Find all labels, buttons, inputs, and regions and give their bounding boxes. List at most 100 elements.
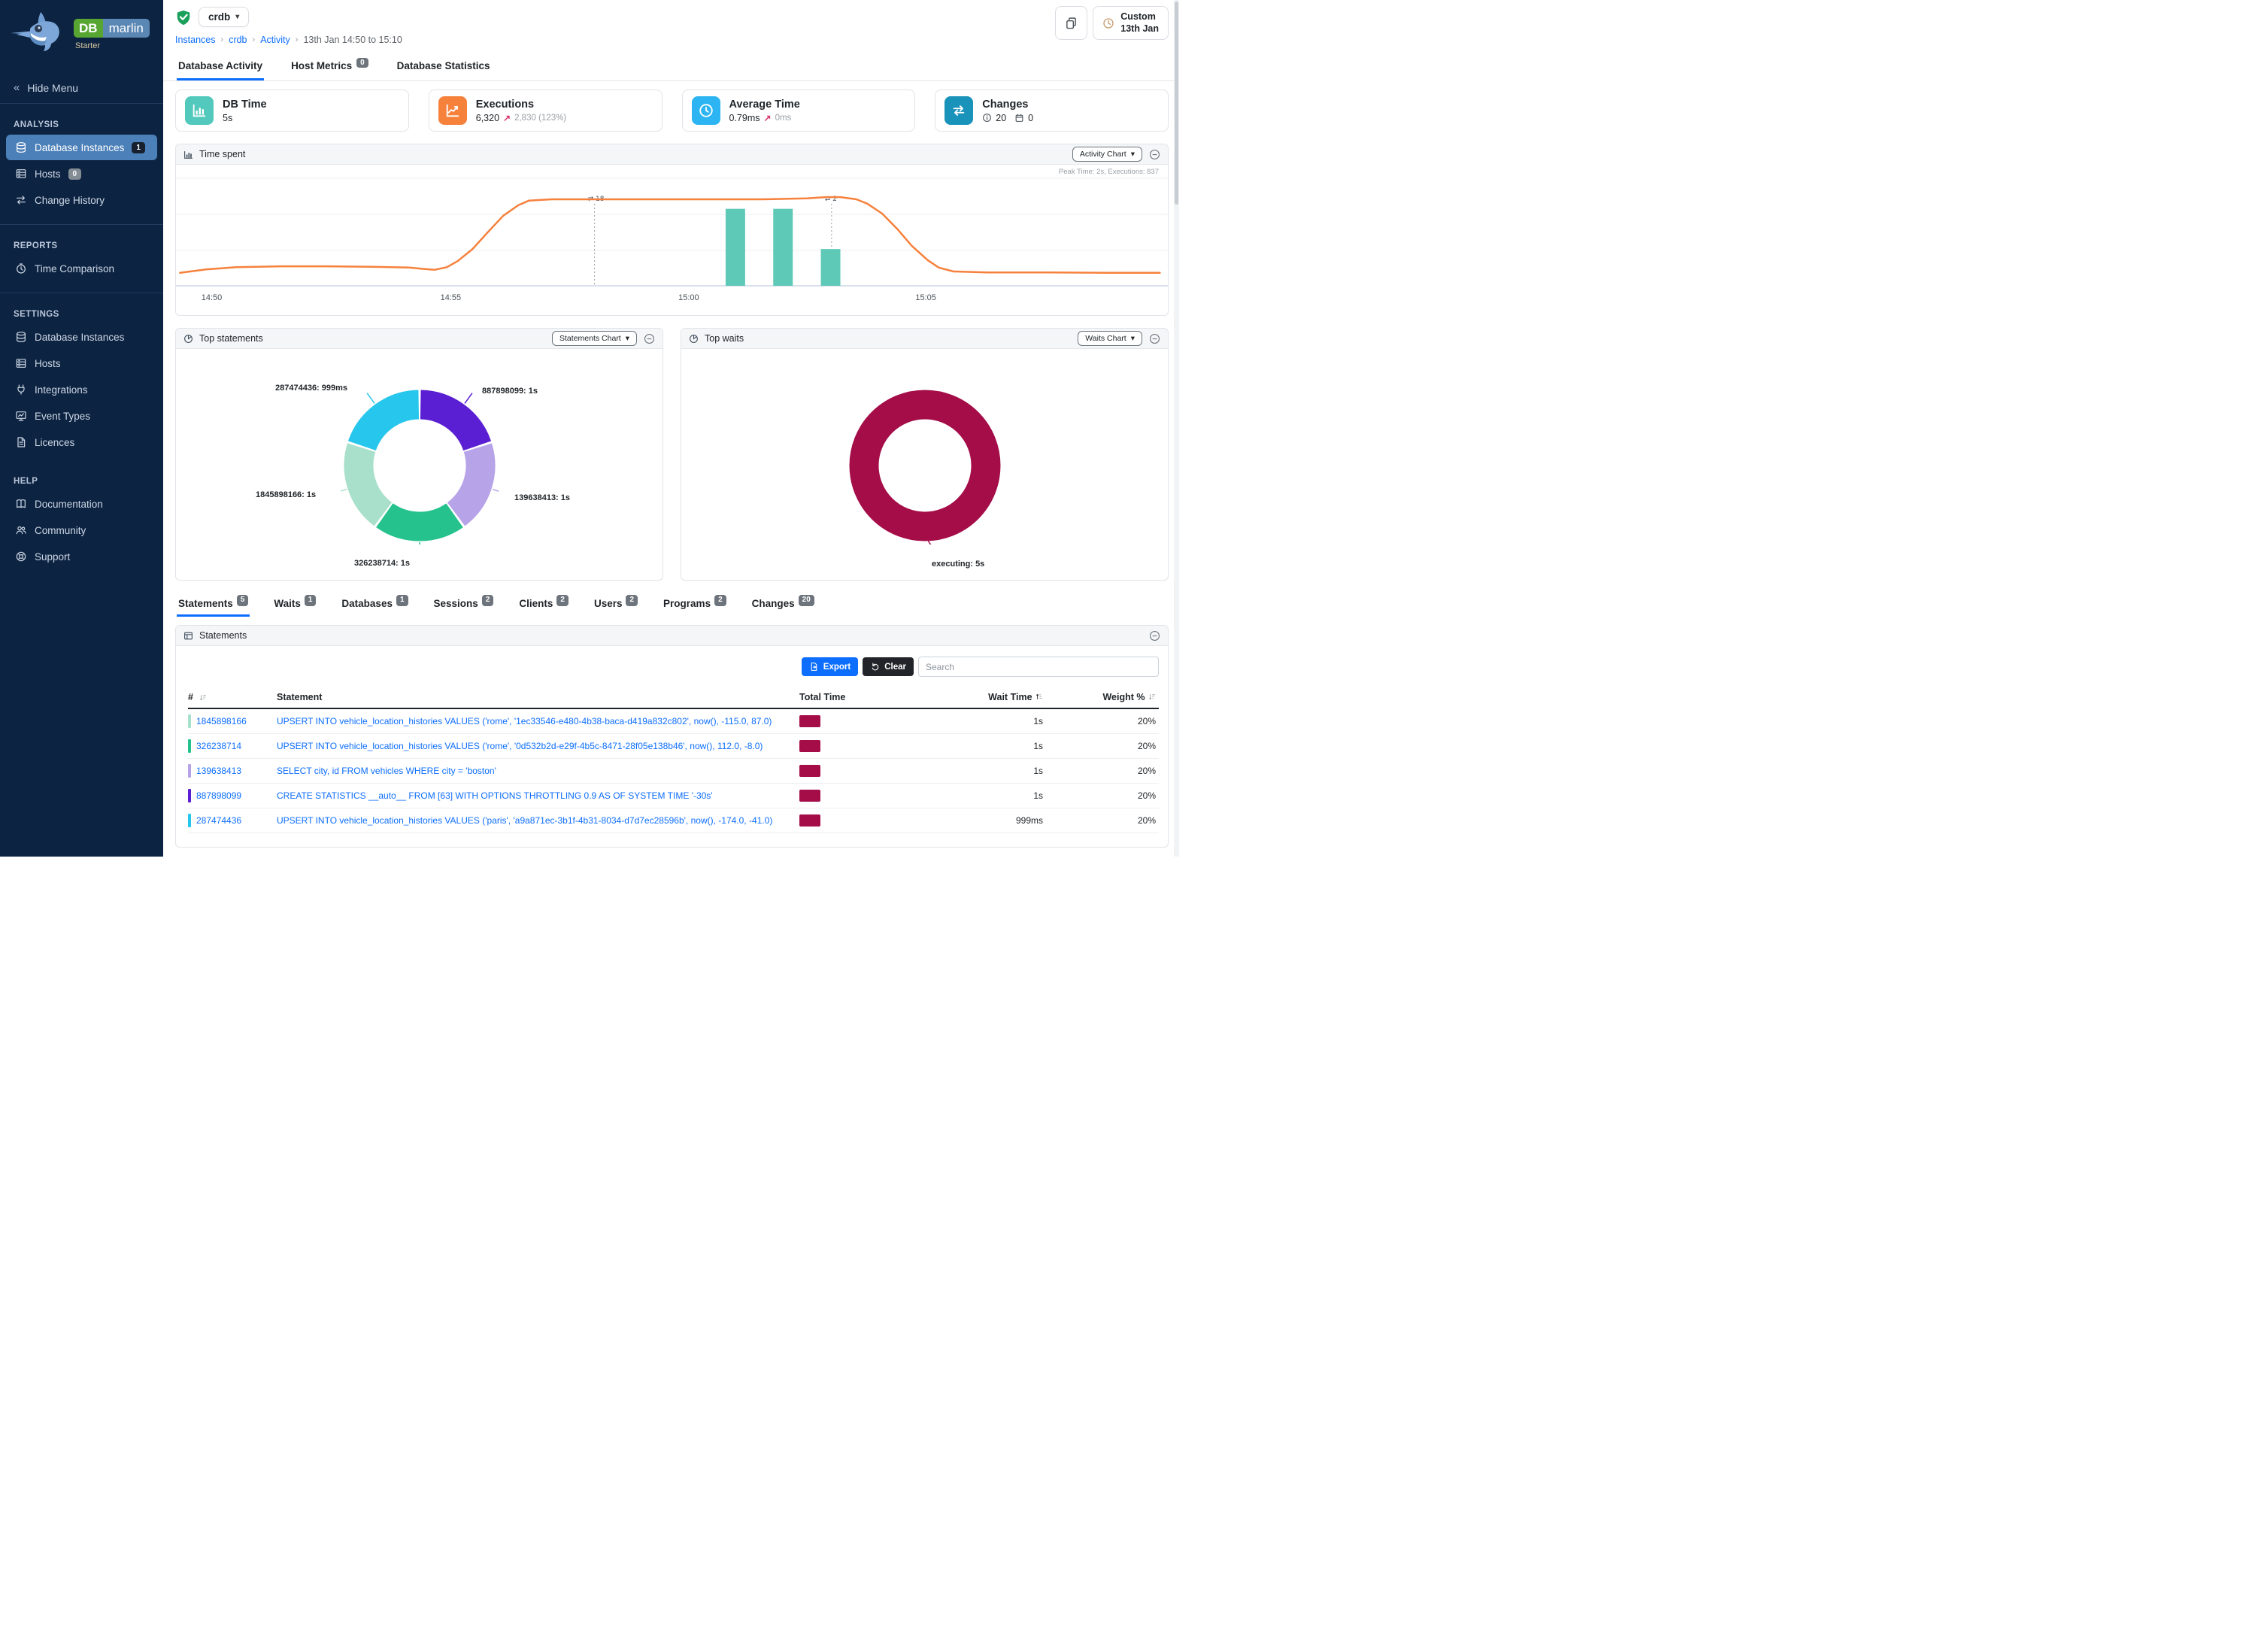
people-icon [15,524,27,536]
sidebar-item-database-instances[interactable]: Database Instances 1 [6,135,157,160]
sort-asc-icon[interactable] [1035,693,1043,701]
table-row: 287474436 UPSERT INTO vehicle_location_hi… [188,808,1159,833]
book-icon [15,498,27,510]
count-badge: 0 [356,58,368,68]
statement-id-link[interactable]: 139638413 [196,766,241,776]
scrollbar[interactable] [1174,0,1179,857]
database-icon [15,331,27,343]
sort-icon[interactable] [199,693,207,702]
detail-tab-users[interactable]: Users2 [593,595,639,617]
tab-host-metrics[interactable]: Host Metrics0 [290,54,370,80]
detail-tab-clients[interactable]: Clients2 [517,595,570,617]
detail-tab-changes[interactable]: Changes20 [750,595,816,617]
sidebar-item-community[interactable]: Community [6,517,157,543]
sidebar: DBmarlin Starter « Hide Menu ANALYSISDat… [0,0,163,857]
sidebar-section-analysis: ANALYSIS Database Instances 1 Hosts0Change … [0,104,163,225]
search-input[interactable] [918,657,1159,677]
count-badge: 20 [799,595,814,606]
sidebar-item-label: Database Instances [35,142,124,153]
chevron-down-icon: ▾ [1131,150,1135,159]
statement-text-link[interactable]: UPSERT INTO vehicle_location_histories V… [277,716,799,726]
kpi-changes: Changes 20 0 [935,89,1169,132]
hide-menu-button[interactable]: « Hide Menu [0,72,163,104]
top-statements-donut[interactable]: 887898099: 1s139638413: 1s326238714: 1s1… [176,349,663,580]
activity-chart-select[interactable]: Activity Chart▾ [1072,147,1142,162]
time-range-button[interactable]: Custom 13th Jan [1093,6,1169,40]
statement-text-link[interactable]: CREATE STATISTICS __auto__ FROM [63] WIT… [277,790,799,801]
undo-icon [870,662,880,672]
collapse-panel-icon[interactable] [1149,149,1160,160]
count-badge: 1 [132,142,145,153]
statement-id-link[interactable]: 287474436 [196,815,241,826]
clock-icon [1102,17,1114,29]
sidebar-item-integrations[interactable]: Integrations [6,377,157,402]
topbar: crdb ▾ Instances›crdb›Activity›13th Jan … [163,0,1179,81]
plan-label: Starter [75,41,150,50]
weight-value: 20% [1046,815,1159,826]
bar-chart-icon [183,150,193,159]
top-waits-donut[interactable]: executing: 5s [681,349,1168,580]
sidebar-item-label: Documentation [35,499,103,510]
collapse-panel-icon[interactable] [1149,630,1160,642]
count-badge: 5 [237,595,249,606]
statement-text-link[interactable]: SELECT city, id FROM vehicles WHERE city… [277,766,799,776]
copy-icon [1065,17,1078,29]
peak-note: Peak Time: 2s, Executions: 837 [1059,168,1159,176]
logo-marlin-badge: marlin [103,19,150,38]
time-spent-chart[interactable]: Peak Time: 2s, Executions: 837 ⇄ 18⇄ 214… [176,165,1168,315]
waits-chart-select[interactable]: Waits Chart▾ [1078,331,1142,346]
sidebar-item-hosts[interactable]: Hosts [6,350,157,376]
sidebar-item-event-types[interactable]: Event Types [6,403,157,429]
statement-color-chip [188,764,191,778]
sidebar-item-documentation[interactable]: Documentation [6,491,157,517]
sidebar-item-licences[interactable]: Licences [6,429,157,455]
instance-selector[interactable]: crdb ▾ [199,7,249,27]
count-badge: 1 [396,595,408,606]
count-badge: 2 [626,595,638,606]
statement-text-link[interactable]: UPSERT INTO vehicle_location_histories V… [277,741,799,751]
verified-shield-icon [175,9,192,26]
copy-dashboard-button[interactable] [1055,6,1087,40]
sidebar-item-database-instances[interactable]: Database Instances [6,324,157,350]
count-badge: 1 [305,595,317,606]
section-label: ANALYSIS [0,111,163,134]
sidebar-item-label: Time Comparison [35,263,114,274]
wait-time-value: 1s [920,790,1046,801]
sidebar-item-label: Community [35,525,86,536]
statement-id-link[interactable]: 887898099 [196,790,241,801]
detail-tab-statements[interactable]: Statements5 [177,595,250,617]
sort-icon[interactable] [1148,693,1156,701]
sidebar-item-hosts[interactable]: Hosts0 [6,161,157,187]
sidebar-item-time-comparison[interactable]: Time Comparison [6,256,157,281]
donut-slice-label: executing: 5s [932,560,984,569]
breadcrumb-separator: › [296,35,299,44]
bar-chart-icon [185,96,214,125]
sidebar-item-label: Hosts [35,358,61,369]
donut-slice-label: 139638413: 1s [514,493,570,502]
pie-chart-icon [689,334,699,344]
kpi-average-time: Average Time 0.79ms ↗ 0ms [682,89,916,132]
collapse-panel-icon[interactable] [644,333,655,344]
breadcrumb-item-instances[interactable]: Instances [175,35,216,45]
kpi-executions: Executions 6,320 ↗ 2,830 (123%) [429,89,663,132]
collapse-panel-icon[interactable] [1149,333,1160,344]
tab-database-statistics[interactable]: Database Statistics [396,54,492,80]
statement-text-link[interactable]: UPSERT INTO vehicle_location_histories V… [277,815,799,826]
sidebar-item-change-history[interactable]: Change History [6,187,157,213]
breadcrumb-item-crdb[interactable]: crdb [229,35,247,45]
export-button[interactable]: Export [802,657,858,676]
statement-id-link[interactable]: 1845898166 [196,716,247,726]
statements-chart-select[interactable]: Statements Chart▾ [552,331,637,346]
detail-tab-sessions[interactable]: Sessions2 [432,595,496,617]
breadcrumb-item-activity[interactable]: Activity [260,35,290,45]
clear-button[interactable]: Clear [863,657,914,676]
sidebar-item-support[interactable]: Support [6,544,157,569]
tab-database-activity[interactable]: Database Activity [177,54,264,80]
detail-tab-databases[interactable]: Databases1 [340,595,409,617]
doc-icon [15,436,27,448]
detail-tab-programs[interactable]: Programs2 [662,595,728,617]
statements-table: # Statement Total Time Wait Time Weight … [188,686,1159,833]
detail-tab-waits[interactable]: Waits1 [272,595,317,617]
statement-id-link[interactable]: 326238714 [196,741,241,751]
breadcrumb-item-13th-jan-14-50-to-15-10: 13th Jan 14:50 to 15:10 [303,35,402,45]
